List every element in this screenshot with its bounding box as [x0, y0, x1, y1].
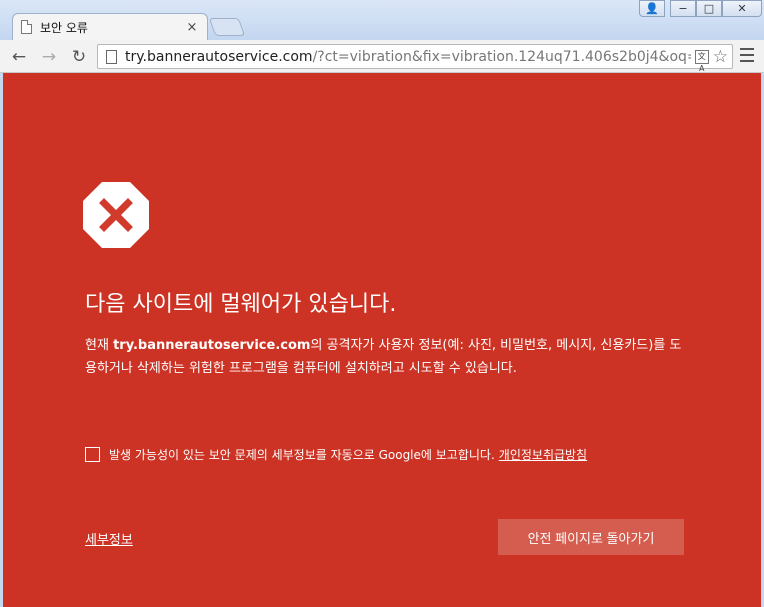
tab-security-error[interactable]: 보안 오류 × — [12, 13, 208, 40]
report-checkbox[interactable] — [85, 447, 100, 462]
url-text[interactable]: try.bannerautoservice.com/?ct=vibration&… — [125, 49, 691, 65]
user-icon[interactable]: 👤 — [639, 0, 665, 17]
page-title: 다음 사이트에 멀웨어가 있습니다. — [85, 292, 397, 317]
report-option: 발생 가능성이 있는 보안 문제의 세부정보를 자동으로 Google에 보고합… — [85, 446, 587, 463]
document-icon — [21, 20, 32, 34]
new-tab-button[interactable] — [208, 18, 246, 36]
title-bar: 보안 오류 × 👤 − □ ✕ — [0, 0, 764, 40]
address-bar[interactable]: try.bannerautoservice.com/?ct=vibration&… — [97, 44, 733, 73]
page-icon — [106, 49, 117, 64]
explanation-text: 현재 try.bannerautoservice.com의 공격자가 사용자 정… — [85, 334, 685, 380]
forward-button[interactable]: → — [38, 46, 60, 68]
reload-button[interactable]: ↻ — [68, 46, 90, 68]
menu-icon[interactable] — [740, 48, 754, 64]
minimize-button[interactable]: − — [670, 0, 696, 17]
malware-interstitial: 다음 사이트에 멀웨어가 있습니다. 현재 try.bannerautoserv… — [3, 73, 761, 607]
url-host: try.bannerautoservice.com — [125, 48, 313, 65]
translate-icon[interactable]: 文A — [694, 49, 709, 73]
back-to-safety-button[interactable]: 안전 페이지로 돌아가기 — [498, 519, 684, 555]
explain-prefix: 현재 — [85, 338, 114, 353]
stop-error-icon — [83, 182, 149, 248]
maximize-button[interactable]: □ — [696, 0, 722, 17]
report-label: 발생 가능성이 있는 보안 문제의 세부정보를 자동으로 Google에 보고합… — [109, 448, 495, 462]
url-path: /?ct=vibration&fix=vibration.124uq71.406… — [312, 48, 691, 65]
tab-title: 보안 오류 — [40, 20, 88, 35]
bookmark-star-icon[interactable]: ☆ — [713, 47, 728, 67]
back-button[interactable]: ← — [8, 46, 30, 68]
details-link[interactable]: 세부정보 — [85, 529, 133, 548]
privacy-policy-link[interactable]: 개인정보취급방침 — [499, 446, 587, 463]
browser-toolbar: ← → ↻ try.bannerautoservice.com/?ct=vibr… — [0, 40, 764, 73]
close-window-button[interactable]: ✕ — [722, 0, 762, 17]
explain-host: try.bannerautoservice.com — [113, 338, 311, 353]
tab-close-button[interactable]: × — [185, 20, 199, 35]
